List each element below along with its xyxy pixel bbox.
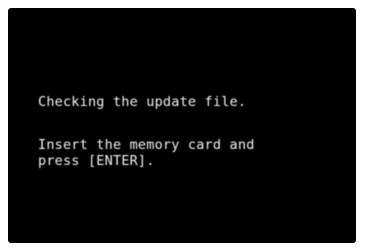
instruction-message: Insert the memory card and press [ENTER]…	[38, 137, 255, 169]
camera-display-screen: Checking the update file. Insert the mem…	[8, 8, 356, 243]
instruction-line-2: press [ENTER].	[38, 153, 155, 169]
status-message: Checking the update file.	[38, 94, 247, 110]
instruction-line-1: Insert the memory card and	[38, 137, 255, 153]
